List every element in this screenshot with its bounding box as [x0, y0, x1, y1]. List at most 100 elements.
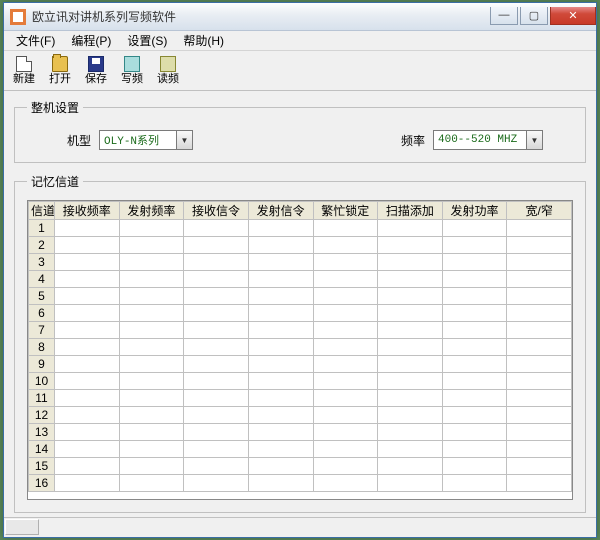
grid-cell[interactable] [184, 288, 249, 305]
grid-cell[interactable] [119, 237, 184, 254]
grid-cell[interactable] [119, 339, 184, 356]
grid-cell[interactable] [442, 458, 507, 475]
grid-cell[interactable] [119, 407, 184, 424]
grid-cell[interactable] [378, 322, 443, 339]
grid-cell[interactable] [507, 322, 572, 339]
grid-cell[interactable] [119, 458, 184, 475]
grid-cell[interactable] [507, 237, 572, 254]
grid-cell[interactable] [507, 424, 572, 441]
grid-cell[interactable] [378, 390, 443, 407]
grid-cell[interactable] [442, 220, 507, 237]
grid-cell[interactable] [442, 475, 507, 492]
grid-cell[interactable] [55, 407, 120, 424]
grid-cell[interactable] [313, 271, 378, 288]
column-header[interactable]: 接收信令 [184, 202, 249, 220]
toolbar-save-button[interactable]: 保存 [80, 55, 112, 86]
grid-cell[interactable] [248, 390, 313, 407]
grid-cell[interactable] [119, 322, 184, 339]
grid-cell[interactable] [507, 441, 572, 458]
grid-cell[interactable] [313, 322, 378, 339]
toolbar-open-button[interactable]: 打开 [44, 55, 76, 86]
row-header[interactable]: 7 [29, 322, 55, 339]
grid-cell[interactable] [119, 424, 184, 441]
grid-cell[interactable] [248, 441, 313, 458]
grid-cell[interactable] [378, 305, 443, 322]
column-header[interactable]: 宽/窄 [507, 202, 572, 220]
grid-cell[interactable] [313, 475, 378, 492]
grid-cell[interactable] [378, 373, 443, 390]
grid-cell[interactable] [55, 288, 120, 305]
column-header[interactable]: 发射频率 [119, 202, 184, 220]
grid-cell[interactable] [184, 254, 249, 271]
grid-cell[interactable] [55, 441, 120, 458]
menu-program[interactable]: 编程(P) [63, 30, 119, 51]
grid-cell[interactable] [313, 339, 378, 356]
grid-cell[interactable] [119, 356, 184, 373]
grid-cell[interactable] [55, 475, 120, 492]
grid-cell[interactable] [313, 305, 378, 322]
grid-cell[interactable] [55, 390, 120, 407]
column-header[interactable]: 发射功率 [442, 202, 507, 220]
grid-cell[interactable] [378, 339, 443, 356]
grid-cell[interactable] [378, 271, 443, 288]
menu-help[interactable]: 帮助(H) [175, 30, 232, 51]
grid-cell[interactable] [184, 458, 249, 475]
channel-grid[interactable]: 信道接收频率发射频率接收信令发射信令繁忙锁定扫描添加发射功率宽/窄 123456… [28, 201, 572, 492]
grid-cell[interactable] [378, 288, 443, 305]
column-header[interactable]: 信道 [29, 202, 55, 220]
grid-cell[interactable] [313, 441, 378, 458]
row-header[interactable]: 12 [29, 407, 55, 424]
grid-cell[interactable] [248, 288, 313, 305]
close-button[interactable]: ✕ [550, 7, 596, 25]
minimize-button[interactable]: — [490, 7, 518, 25]
grid-cell[interactable] [119, 305, 184, 322]
grid-cell[interactable] [378, 475, 443, 492]
grid-cell[interactable] [507, 407, 572, 424]
grid-cell[interactable] [184, 390, 249, 407]
toolbar-read-button[interactable]: 读频 [152, 55, 184, 86]
grid-cell[interactable] [442, 339, 507, 356]
grid-cell[interactable] [248, 237, 313, 254]
grid-cell[interactable] [184, 339, 249, 356]
row-header[interactable]: 11 [29, 390, 55, 407]
grid-cell[interactable] [507, 475, 572, 492]
grid-cell[interactable] [378, 407, 443, 424]
grid-cell[interactable] [378, 424, 443, 441]
grid-cell[interactable] [378, 220, 443, 237]
grid-cell[interactable] [313, 356, 378, 373]
grid-cell[interactable] [313, 407, 378, 424]
grid-cell[interactable] [55, 373, 120, 390]
grid-cell[interactable] [507, 220, 572, 237]
grid-cell[interactable] [442, 322, 507, 339]
grid-cell[interactable] [184, 424, 249, 441]
grid-cell[interactable] [248, 254, 313, 271]
menu-settings[interactable]: 设置(S) [119, 30, 175, 51]
column-header[interactable]: 发射信令 [248, 202, 313, 220]
row-header[interactable]: 16 [29, 475, 55, 492]
grid-cell[interactable] [507, 271, 572, 288]
grid-cell[interactable] [507, 339, 572, 356]
grid-cell[interactable] [378, 237, 443, 254]
toolbar-new-button[interactable]: 新建 [8, 55, 40, 86]
row-header[interactable]: 13 [29, 424, 55, 441]
column-header[interactable]: 繁忙锁定 [313, 202, 378, 220]
grid-cell[interactable] [248, 356, 313, 373]
grid-cell[interactable] [313, 220, 378, 237]
grid-cell[interactable] [442, 254, 507, 271]
grid-cell[interactable] [442, 390, 507, 407]
grid-cell[interactable] [507, 288, 572, 305]
grid-cell[interactable] [507, 356, 572, 373]
row-header[interactable]: 3 [29, 254, 55, 271]
grid-cell[interactable] [313, 237, 378, 254]
grid-cell[interactable] [248, 407, 313, 424]
grid-cell[interactable] [507, 373, 572, 390]
grid-cell[interactable] [55, 424, 120, 441]
row-header[interactable]: 9 [29, 356, 55, 373]
menu-file[interactable]: 文件(F) [8, 30, 63, 51]
grid-cell[interactable] [507, 390, 572, 407]
grid-cell[interactable] [184, 271, 249, 288]
maximize-button[interactable]: ▢ [520, 7, 548, 25]
grid-cell[interactable] [313, 373, 378, 390]
grid-cell[interactable] [55, 458, 120, 475]
freq-select[interactable]: 400--520 MHZ [433, 130, 543, 150]
